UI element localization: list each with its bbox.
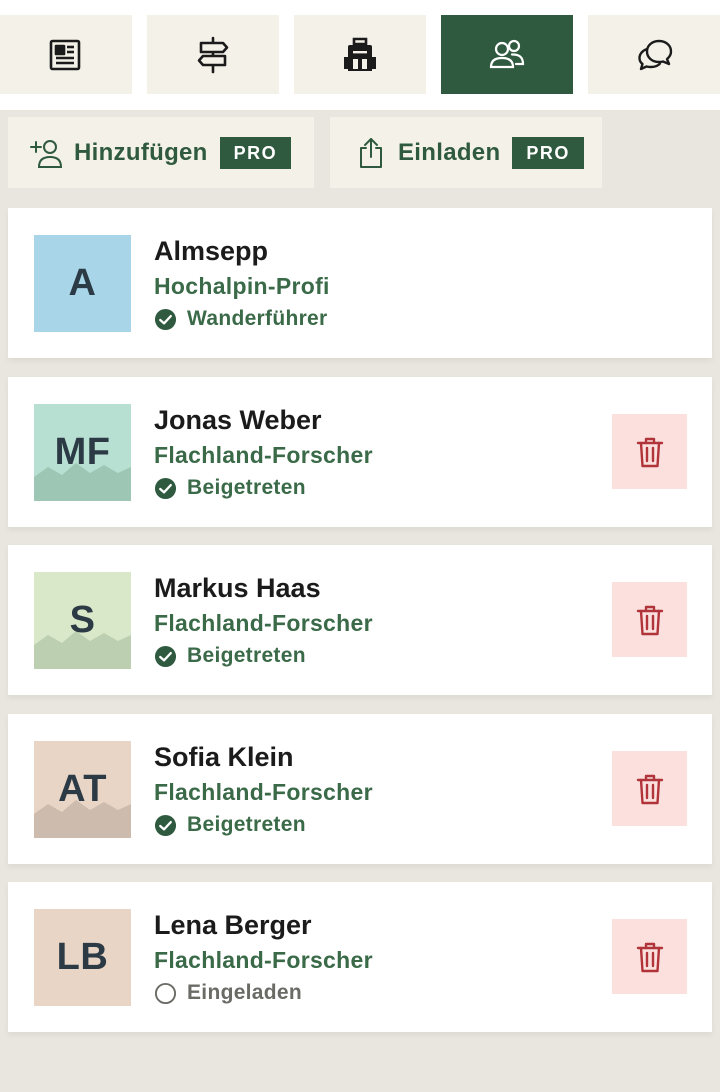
member-role: Flachland-Forscher: [154, 442, 373, 468]
avatar: S: [34, 572, 131, 669]
member-role: Flachland-Forscher: [154, 779, 373, 805]
delete-member-button[interactable]: [612, 919, 687, 994]
member-role: Flachland-Forscher: [154, 610, 373, 636]
avatar-initials: A: [68, 262, 97, 304]
member-name: Sofia Klein: [154, 742, 294, 772]
delete-member-button[interactable]: [612, 414, 687, 489]
newspaper-icon: [49, 39, 81, 70]
tab-chat[interactable]: [588, 15, 720, 94]
avatar-initials: LB: [56, 936, 109, 978]
avatar: LB: [34, 909, 131, 1006]
add-member-label: Hinzufügen: [74, 138, 208, 166]
add-member-button[interactable]: Hinzufügen PRO: [8, 117, 314, 188]
tab-equipment[interactable]: [294, 15, 426, 94]
tab-group[interactable]: [441, 15, 573, 94]
member-name: Jonas Weber: [154, 405, 322, 435]
member-status-label: Beigetreten: [187, 813, 306, 836]
member-status-label: Wanderführer: [187, 307, 328, 330]
trash-icon: [636, 774, 663, 804]
share-icon: [354, 136, 388, 170]
member-status: Wanderführer: [154, 307, 328, 331]
avatar-initials: S: [69, 599, 96, 641]
member-card: AT Sofia Klein Flachland-Forscher Beiget…: [8, 714, 712, 864]
member-status-label: Beigetreten: [187, 644, 306, 667]
check-circle-icon: [154, 477, 177, 500]
delete-member-button[interactable]: [612, 751, 687, 826]
member-status: Beigetreten: [154, 813, 306, 837]
check-circle-icon: [154, 814, 177, 837]
pro-badge: PRO: [219, 136, 292, 169]
trash-icon: [636, 437, 663, 467]
member-card: S Markus Haas Flachland-Forscher Beigetr…: [8, 545, 712, 695]
member-role: Flachland-Forscher: [154, 947, 373, 973]
member-status-label: Beigetreten: [187, 476, 306, 499]
member-name: Lena Berger: [154, 910, 312, 940]
avatar: MF: [34, 404, 131, 501]
pro-badge: PRO: [512, 136, 584, 169]
member-status-label: Eingeladen: [187, 981, 303, 1004]
check-circle-icon: [154, 645, 177, 668]
member-card: MF Jonas Weber Flachland-Forscher Beiget…: [8, 377, 712, 527]
invite-button[interactable]: Einladen PRO: [330, 117, 602, 188]
check-circle-icon: [154, 308, 177, 331]
tab-routes[interactable]: [147, 15, 279, 94]
member-status: Beigetreten: [154, 644, 306, 668]
member-status: Beigetreten: [154, 476, 306, 500]
avatar-initials: MF: [54, 431, 111, 473]
empty-circle-icon: [154, 982, 177, 1005]
trash-icon: [636, 942, 663, 972]
member-name: Markus Haas: [154, 573, 321, 603]
avatar-initials: AT: [58, 768, 107, 810]
trash-icon: [636, 605, 663, 635]
member-role: Hochalpin-Profi: [154, 273, 330, 299]
backpack-icon: [344, 37, 376, 71]
member-card: A Almsepp Hochalpin-Profi Wanderführer: [8, 208, 712, 358]
chat-bubbles-icon: [638, 39, 673, 70]
signpost-icon: [197, 36, 229, 73]
delete-member-button[interactable]: [612, 582, 687, 657]
users-icon: [489, 39, 525, 68]
avatar: AT: [34, 741, 131, 838]
member-name: Almsepp: [154, 236, 269, 266]
invite-label: Einladen: [398, 138, 501, 166]
member-status: Eingeladen: [154, 981, 302, 1005]
member-card: LB Lena Berger Flachland-Forscher Eingel…: [8, 882, 712, 1032]
avatar: A: [34, 235, 131, 332]
tab-news[interactable]: [0, 15, 132, 94]
add-user-icon: [30, 136, 64, 170]
top-tab-bar: [0, 0, 720, 110]
